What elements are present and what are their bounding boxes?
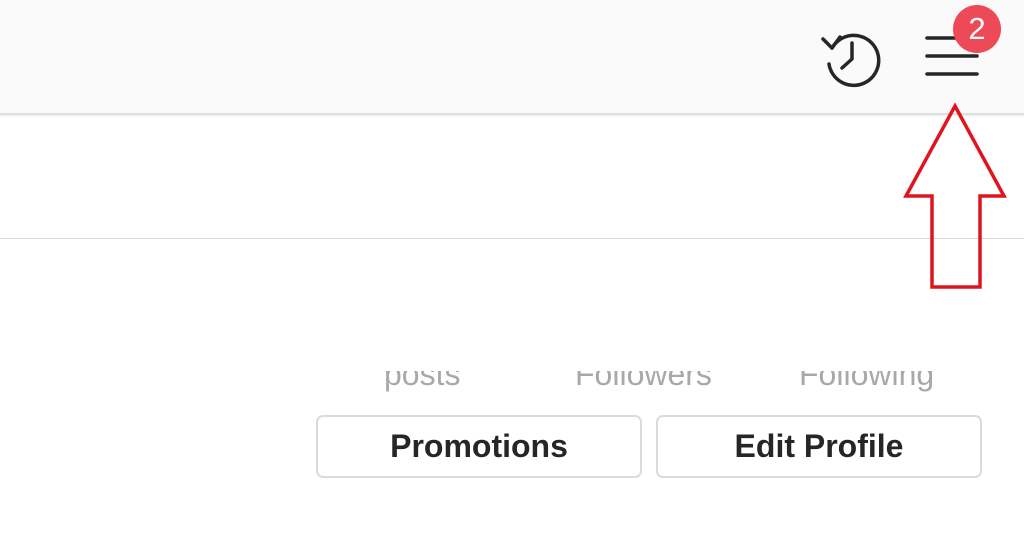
promotions-button[interactable]: Promotions [316, 415, 642, 478]
profile-screen: 2 posts Followers Following Promotions E… [0, 0, 1024, 539]
profile-stats: posts Followers Following [330, 355, 1010, 393]
edit-profile-button[interactable]: Edit Profile [656, 415, 982, 478]
history-icon [821, 33, 881, 88]
followers-stat-label[interactable]: Followers [575, 371, 712, 393]
posts-stat-label[interactable]: posts [384, 371, 460, 393]
top-app-bar: 2 [0, 0, 1024, 115]
following-stat-label[interactable]: Following [799, 371, 934, 393]
section-divider [0, 238, 1024, 239]
up-arrow-annotation [903, 102, 1007, 289]
history-button[interactable] [818, 26, 884, 88]
notification-badge: 2 [953, 5, 1001, 53]
